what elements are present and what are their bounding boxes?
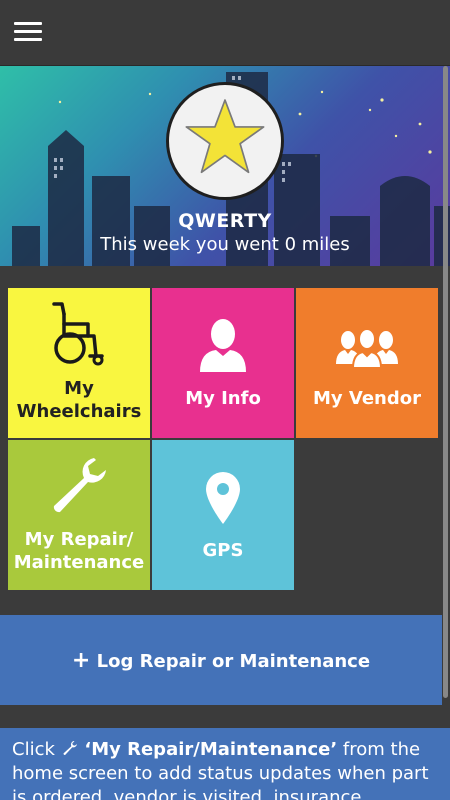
tile-label: My Vendor [312, 388, 421, 409]
log-repair-button[interactable]: + Log Repair or Maintenance [0, 615, 442, 705]
tile-label: GPS [202, 540, 244, 561]
help-tip: Click ‘My Repair/Maintenance’ from the h… [0, 728, 450, 800]
tile-my-info[interactable]: My Info [152, 288, 294, 438]
user-icon [200, 319, 246, 372]
tile-label: My Info [185, 388, 261, 409]
vertical-scrollbar[interactable] [443, 66, 448, 698]
avatar[interactable] [166, 82, 284, 200]
tile-my-wheelchairs[interactable]: My Wheelchairs [8, 288, 150, 438]
tile-label: My Wheelchairs [16, 378, 142, 422]
map-pin-icon [206, 472, 240, 524]
tile-label: My Repair/ Maintenance [13, 529, 145, 573]
wrench-icon [63, 741, 77, 756]
plus-icon: + [71, 648, 91, 673]
tile-my-vendor[interactable]: My Vendor [296, 288, 438, 438]
tip-emphasis: ‘My Repair/Maintenance’ [84, 739, 338, 760]
app-header [0, 0, 450, 66]
tile-gps[interactable]: GPS [152, 440, 294, 590]
tile-my-repair-maintenance[interactable]: My Repair/ Maintenance [8, 440, 150, 590]
wheelchair-icon [52, 302, 104, 366]
log-repair-label: + Log Repair or Maintenance [71, 648, 371, 673]
profile-banner: QWERTY This week you went 0 miles [0, 66, 450, 266]
weekly-miles-summary: This week you went 0 miles [100, 234, 350, 255]
group-icon [336, 328, 398, 368]
star-icon [185, 99, 265, 174]
wrench-icon [53, 458, 106, 513]
hamburger-menu-icon[interactable] [14, 22, 42, 44]
username: QWERTY [178, 210, 272, 232]
